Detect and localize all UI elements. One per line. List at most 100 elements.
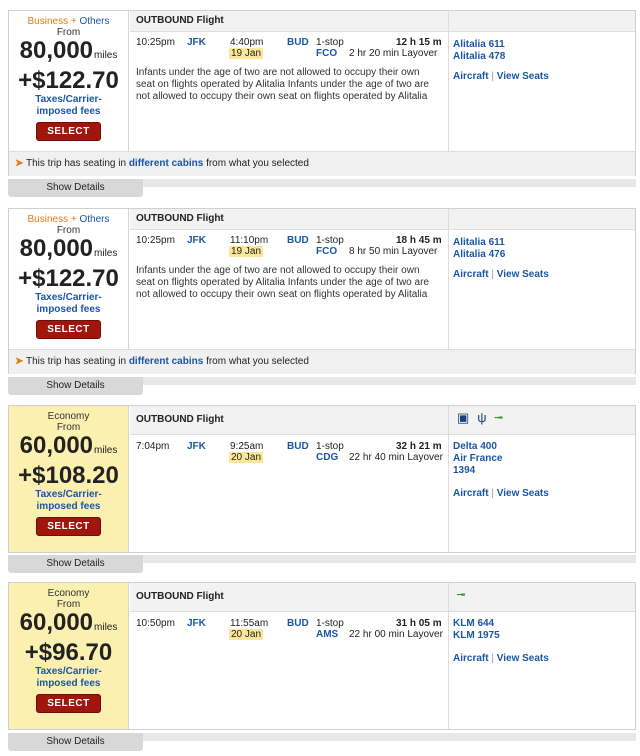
layover-label: 8 hr 50 min Layover bbox=[349, 246, 438, 257]
miles-unit: miles bbox=[94, 248, 118, 259]
notice-line: Infants under the age of two are not all… bbox=[136, 265, 420, 276]
flight-card: Business + Others From 80,000miles +$122… bbox=[8, 208, 636, 374]
arrow-icon: ➤ bbox=[15, 158, 24, 169]
divider bbox=[143, 179, 636, 187]
infant-notice: Infants under the age of two are not all… bbox=[136, 265, 456, 301]
show-details-button[interactable]: Show Details bbox=[8, 555, 143, 573]
show-details-button[interactable]: Show Details bbox=[8, 377, 143, 395]
cabin-primary: Business bbox=[27, 214, 69, 225]
fees-link[interactable]: Taxes/Carrier- bbox=[9, 489, 128, 501]
arrival-airport[interactable]: BUD bbox=[287, 441, 309, 452]
notice-line: seat on flights operated by Alitalia Inf… bbox=[136, 277, 429, 288]
select-button[interactable]: SELECT bbox=[36, 694, 101, 713]
monitor-icon[interactable]: ▣ bbox=[457, 410, 469, 425]
departure-airport[interactable]: JFK bbox=[187, 37, 206, 48]
airline-link[interactable]: KLM 1975 bbox=[453, 630, 500, 642]
view-seats-link[interactable]: View Seats bbox=[497, 71, 549, 82]
arrival-airport[interactable]: BUD bbox=[287, 235, 309, 246]
stops-label: 1-stop bbox=[316, 618, 344, 629]
arrival-date: 20 Jan bbox=[229, 629, 264, 640]
miles-value: 60,000 bbox=[19, 432, 94, 459]
layover-airport[interactable]: CDG bbox=[316, 452, 338, 463]
warning-text: This trip has seating in bbox=[26, 158, 129, 169]
airline-link[interactable]: Alitalia 478 bbox=[453, 51, 505, 63]
layover-airport[interactable]: FCO bbox=[316, 246, 337, 257]
cabin-others-link[interactable]: Others bbox=[79, 214, 109, 225]
fees-link-2[interactable]: imposed fees bbox=[9, 106, 128, 118]
show-details-bar: Show Details bbox=[8, 179, 636, 197]
show-details-bar: Show Details bbox=[8, 377, 636, 395]
aircraft-link[interactable]: Aircraft bbox=[453, 71, 489, 82]
select-button[interactable]: SELECT bbox=[36, 517, 101, 536]
duration: 31 h 05 m bbox=[396, 618, 442, 629]
segment-row: 10:50pm JFK 11:55am 20 Jan BUD 1-stop 31… bbox=[130, 618, 449, 648]
separator: | bbox=[491, 488, 494, 499]
select-button[interactable]: SELECT bbox=[36, 320, 101, 339]
airline-link[interactable]: Alitalia 476 bbox=[453, 249, 505, 261]
departure-time: 10:25pm bbox=[136, 37, 175, 48]
arrival-airport[interactable]: BUD bbox=[287, 618, 309, 629]
amenity-icons: ╼ bbox=[457, 587, 473, 603]
view-seats-link[interactable]: View Seats bbox=[497, 653, 549, 664]
seat-icon[interactable]: ╼ bbox=[457, 587, 465, 602]
miles-price: 60,000miles bbox=[9, 611, 128, 640]
aircraft-link[interactable]: Aircraft bbox=[453, 653, 489, 664]
airline-link[interactable]: 1394 bbox=[453, 465, 475, 477]
warning-text-end: from what you selected bbox=[203, 356, 309, 367]
aircraft-link[interactable]: Aircraft bbox=[453, 488, 489, 499]
fees-link-2[interactable]: imposed fees bbox=[9, 678, 128, 690]
airline-link[interactable]: Delta 400 bbox=[453, 441, 497, 453]
cabin-warning: ➤ This trip has seating in different cab… bbox=[9, 151, 635, 176]
cash-price: +$96.70 bbox=[24, 639, 113, 666]
usb-power-icon[interactable]: ψ bbox=[477, 410, 486, 425]
fees-link[interactable]: Taxes/Carrier- bbox=[9, 292, 128, 304]
airline-link[interactable]: Alitalia 611 bbox=[453, 237, 505, 249]
stops-label: 1-stop bbox=[316, 441, 344, 452]
layover-airport[interactable]: FCO bbox=[316, 48, 337, 59]
infant-notice: Infants under the age of two are not all… bbox=[136, 67, 456, 103]
fees-link[interactable]: Taxes/Carrier- bbox=[9, 666, 128, 678]
duration: 32 h 21 m bbox=[396, 441, 442, 452]
arrival-date: 19 Jan bbox=[229, 48, 264, 59]
arrow-icon: ➤ bbox=[15, 356, 24, 367]
aircraft-link[interactable]: Aircraft bbox=[453, 269, 489, 280]
price-panel: Economy From 60,000miles +$96.70 Taxes/C… bbox=[9, 583, 129, 729]
fees-link-2[interactable]: imposed fees bbox=[9, 304, 128, 316]
departure-airport[interactable]: JFK bbox=[187, 235, 206, 246]
layover-label: 22 hr 40 min Layover bbox=[349, 452, 443, 463]
arrival-date: 19 Jan bbox=[229, 246, 264, 257]
airline-link[interactable]: Air France bbox=[453, 453, 502, 465]
miles-price: 80,000miles bbox=[9, 39, 128, 68]
seat-icon[interactable]: ╼ bbox=[495, 410, 503, 425]
fees-link[interactable]: Taxes/Carrier- bbox=[9, 94, 128, 106]
departure-time: 7:04pm bbox=[136, 441, 170, 452]
different-cabins-link[interactable]: different cabins bbox=[129, 158, 203, 169]
arrival-airport[interactable]: BUD bbox=[287, 37, 309, 48]
departure-airport[interactable]: JFK bbox=[187, 441, 206, 452]
fees-link-2[interactable]: imposed fees bbox=[9, 501, 128, 513]
notice-line: not allowed to occupy their own seat on … bbox=[136, 91, 428, 102]
airline-link[interactable]: KLM 644 bbox=[453, 618, 494, 630]
cabin-primary: Economy bbox=[47, 411, 90, 422]
show-details-bar: Show Details bbox=[8, 733, 636, 751]
layover-label: 2 hr 20 min Layover bbox=[349, 48, 438, 59]
departure-airport[interactable]: JFK bbox=[187, 618, 206, 629]
cash-price: +$122.70 bbox=[18, 265, 119, 292]
miles-value: 80,000 bbox=[19, 37, 94, 64]
layover-airport[interactable]: AMS bbox=[316, 629, 338, 640]
airline-link[interactable]: Alitalia 611 bbox=[453, 39, 505, 51]
view-seats-link[interactable]: View Seats bbox=[497, 488, 549, 499]
departure-time: 10:50pm bbox=[136, 618, 175, 629]
different-cabins-link[interactable]: different cabins bbox=[129, 356, 203, 367]
segment-row: 7:04pm JFK 9:25am 20 Jan BUD 1-stop 32 h… bbox=[130, 441, 449, 471]
flight-card: Economy From 60,000miles +$96.70 Taxes/C… bbox=[8, 582, 636, 730]
cabin-others-link[interactable]: Others bbox=[79, 16, 109, 27]
cabin-label: Economy bbox=[9, 588, 128, 599]
flight-card: Economy From 60,000miles +$108.20 Taxes/… bbox=[8, 405, 636, 553]
show-details-button[interactable]: Show Details bbox=[8, 733, 143, 751]
select-button[interactable]: SELECT bbox=[36, 122, 101, 141]
cabin-label: Economy bbox=[9, 411, 128, 422]
arrival-time: 9:25am bbox=[230, 441, 264, 452]
show-details-button[interactable]: Show Details bbox=[8, 179, 143, 197]
view-seats-link[interactable]: View Seats bbox=[497, 269, 549, 280]
